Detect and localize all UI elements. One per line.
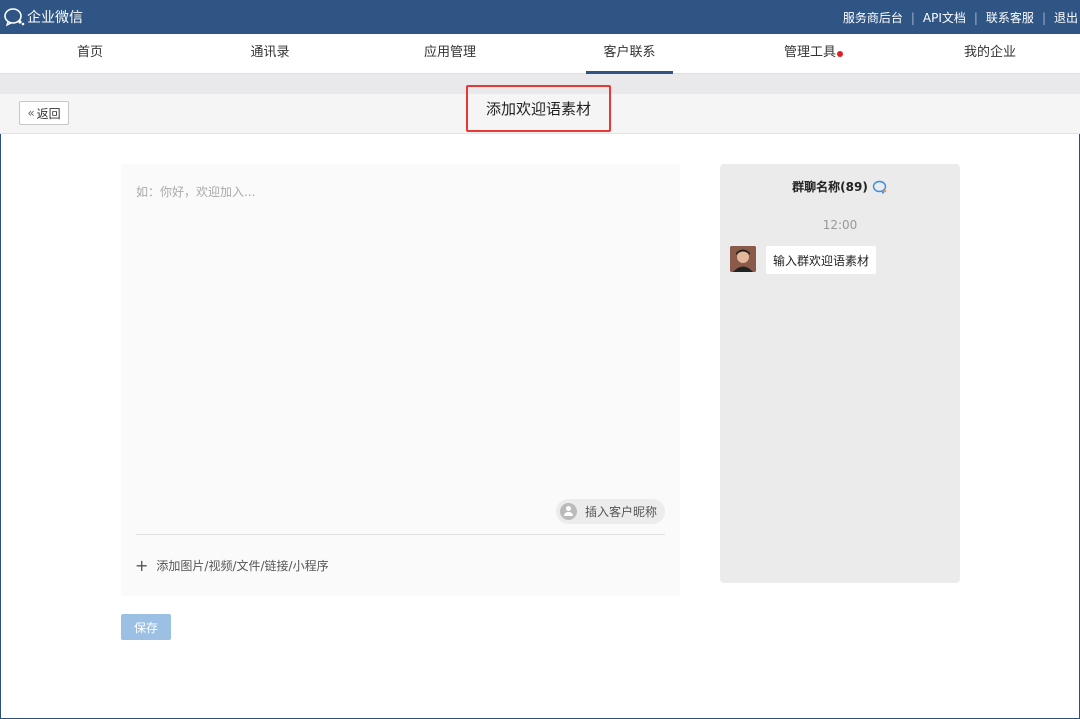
- divider: [136, 534, 665, 535]
- app-title: 企业微信: [27, 10, 83, 26]
- welcome-message-editor[interactable]: 如：你好，欢迎加入... 插入客户昵称 + 添加图片/视频/文件/链接/小程序: [121, 164, 680, 596]
- nav-my-enterprise[interactable]: 我的企业: [950, 34, 1030, 74]
- separator: |: [973, 10, 978, 25]
- link-logout[interactable]: 退出: [1054, 9, 1078, 26]
- page-title: 添加欢迎语素材: [466, 85, 611, 132]
- plus-icon: +: [135, 555, 149, 575]
- user-icon: [559, 503, 577, 520]
- nav-label-wrap: 管理工具: [783, 45, 843, 60]
- link-partner-admin[interactable]: 服务商后台: [843, 9, 903, 26]
- separator: |: [1041, 10, 1046, 25]
- nav-home[interactable]: 首页: [60, 34, 120, 74]
- chat-message-bubble: 输入群欢迎语素材: [766, 246, 877, 274]
- wework-logo-icon: [4, 8, 25, 27]
- insert-nickname-label: 插入客户昵称: [584, 505, 657, 519]
- link-api-docs[interactable]: API文档: [923, 9, 966, 26]
- nav-label: 我的企业: [963, 45, 1016, 60]
- insert-nickname-button[interactable]: 插入客户昵称: [555, 499, 665, 524]
- nav-customer-contact[interactable]: 客户联系: [586, 34, 673, 74]
- wework-chat-icon: [872, 180, 887, 194]
- double-chevron-left-icon: «: [27, 106, 35, 120]
- editor-placeholder: 如：你好，欢迎加入...: [136, 185, 256, 199]
- group-name: 群聊名称(89): [792, 180, 868, 194]
- top-links: 服务商后台 | API文档 | 联系客服 | 退出: [843, 9, 1078, 26]
- sub-header: « 返回 添加欢迎语素材: [0, 85, 1080, 134]
- link-contact-support[interactable]: 联系客服: [986, 9, 1034, 26]
- nav-label: 首页: [76, 45, 103, 60]
- back-button[interactable]: « 返回: [19, 101, 69, 125]
- group-name-row: 群聊名称(89): [720, 178, 960, 195]
- chat-preview: 群聊名称(89) 12:00 输入群欢迎语素材: [720, 164, 960, 583]
- nav-label: 通讯录: [250, 45, 290, 60]
- nav-management-tools[interactable]: 管理工具: [770, 34, 850, 74]
- nav-app-management[interactable]: 应用管理: [410, 34, 490, 74]
- add-media-label: 添加图片/视频/文件/链接/小程序: [156, 559, 329, 573]
- avatar-image: [730, 246, 756, 272]
- message-time: 12:00: [822, 218, 858, 232]
- nav-label: 应用管理: [423, 45, 476, 60]
- nav-contacts[interactable]: 通讯录: [235, 34, 305, 74]
- back-label: 返回: [36, 106, 61, 121]
- notification-dot: [837, 51, 843, 57]
- save-button[interactable]: 保存: [121, 614, 171, 640]
- separator: |: [910, 10, 915, 25]
- app-logo[interactable]: 企业微信: [3, 7, 83, 27]
- top-bar: 企业微信 服务商后台 | API文档 | 联系客服 | 退出: [0, 0, 1080, 34]
- nav-label: 管理工具: [783, 45, 836, 60]
- main-nav: 首页 通讯录 应用管理 客户联系 管理工具 我的企业: [0, 34, 1080, 74]
- nav-label: 客户联系: [603, 45, 656, 60]
- avatar: [730, 246, 756, 272]
- add-media-button[interactable]: + 添加图片/视频/文件/链接/小程序: [135, 557, 329, 574]
